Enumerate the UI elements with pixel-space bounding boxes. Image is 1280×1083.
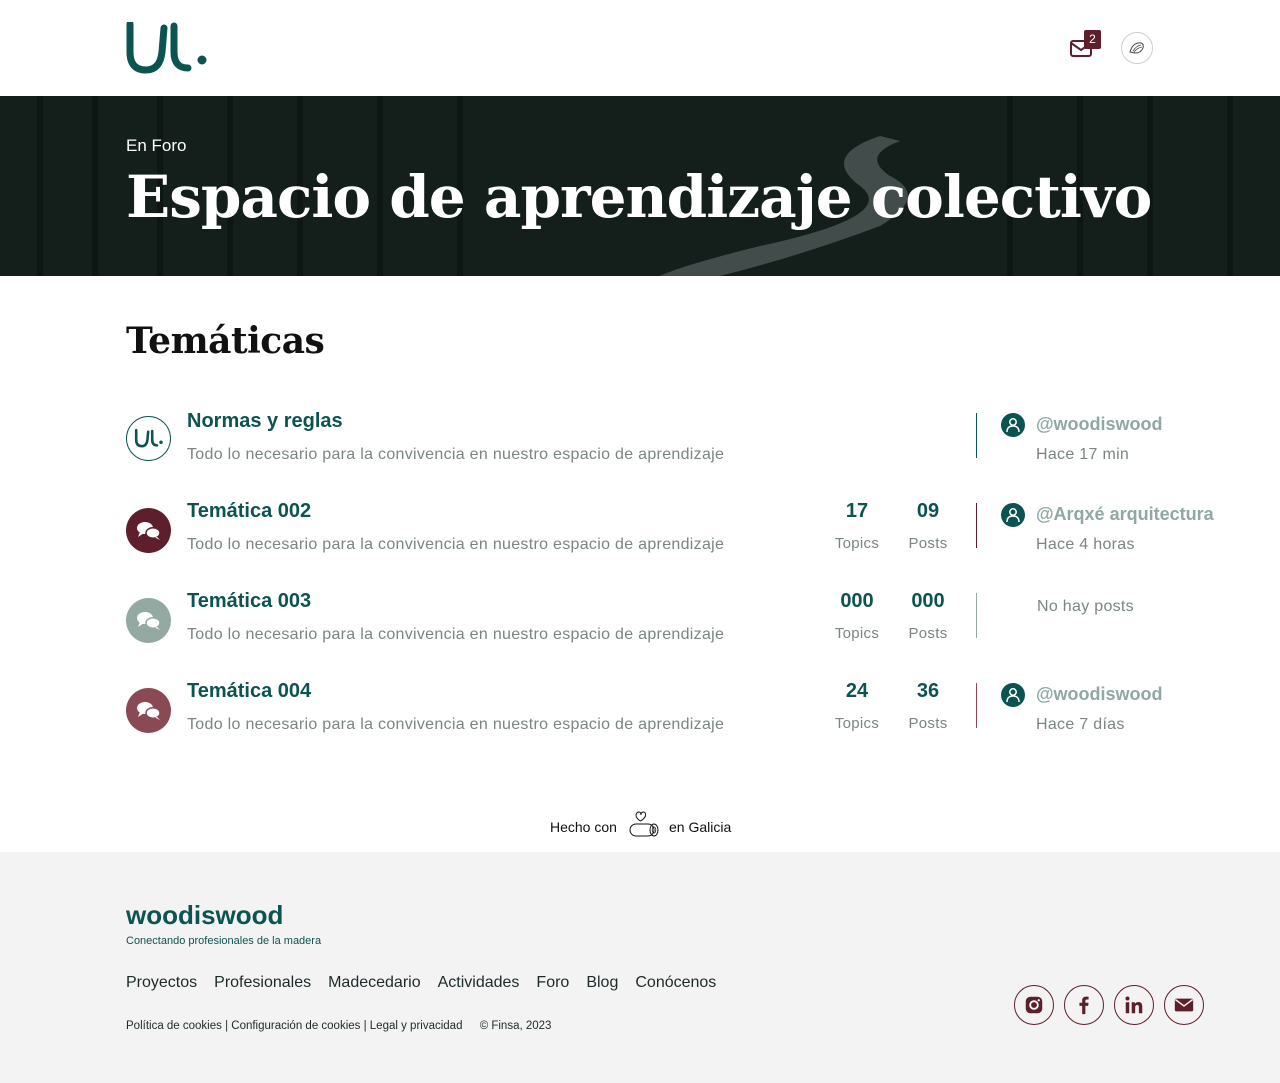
- section-title: Temáticas: [126, 320, 325, 362]
- last-post-avatar: [1001, 413, 1025, 437]
- topic-divider: [976, 503, 977, 548]
- topic-description: Todo lo necesario para la convivencia en…: [187, 626, 725, 643]
- last-post-avatar: [1001, 503, 1025, 527]
- topic-title[interactable]: Temática 003: [187, 590, 311, 613]
- mail-icon: [1174, 998, 1194, 1012]
- unread-messages-badge: 2: [1084, 30, 1101, 49]
- footer-link-actividades[interactable]: Actividades: [438, 974, 520, 992]
- topics-stat: 24 Topics: [827, 680, 887, 732]
- chat-bubbles-icon: [126, 508, 171, 553]
- user-icon: [1006, 508, 1020, 523]
- last-post-time: Hace 17 min: [1036, 446, 1130, 463]
- posts-stat: 09 Posts: [898, 500, 958, 552]
- user-avatar[interactable]: [1121, 32, 1153, 64]
- user-icon: [1006, 688, 1020, 703]
- posts-count: 000: [911, 590, 945, 612]
- user-avatar-icon: [1129, 42, 1144, 54]
- topics-label: Topics: [834, 535, 880, 552]
- top-navigation-bar: 2: [0, 0, 1280, 96]
- topic-divider: [976, 413, 977, 458]
- topic-divider: [976, 593, 977, 638]
- footer-brand[interactable]: woodiswood: [126, 900, 283, 931]
- footer-link-madecedario[interactable]: Madecedario: [328, 974, 421, 992]
- last-post-user[interactable]: @woodiswood: [1036, 684, 1163, 705]
- footer-link-conocenos[interactable]: Conócenos: [635, 974, 716, 992]
- legal-links-text[interactable]: Política de cookies | Configuración de c…: [126, 1020, 462, 1032]
- footer-link-foro[interactable]: Foro: [536, 974, 569, 992]
- legal-links: Política de cookies | Configuración de c…: [126, 1020, 551, 1032]
- chat-bubbles-icon: [126, 688, 171, 733]
- topics-label: Topics: [834, 625, 880, 642]
- last-post-time: Hace 4 horas: [1036, 536, 1135, 553]
- topics-count: 17: [845, 500, 869, 522]
- footer-link-blog[interactable]: Blog: [586, 974, 618, 992]
- topic-title[interactable]: Temática 004: [187, 680, 311, 703]
- no-posts-label: No hay posts: [1037, 598, 1134, 615]
- last-post-user[interactable]: @Arqxé arquitectura: [1036, 504, 1214, 525]
- copyright: © Finsa, 2023: [479, 1020, 552, 1032]
- made-with-suffix: en Galicia: [669, 819, 732, 835]
- posts-count: 09: [916, 500, 940, 522]
- woodiswood-logo[interactable]: [126, 22, 210, 74]
- topics-label: Topics: [834, 715, 880, 732]
- posts-stat: 000 Posts: [898, 590, 958, 642]
- last-post-avatar: [1001, 683, 1025, 707]
- last-post-time: Hace 7 días: [1036, 716, 1125, 733]
- topic-row[interactable]: Temática 004 Todo lo necesario para la c…: [126, 680, 1226, 750]
- facebook-button[interactable]: [1064, 985, 1104, 1025]
- instagram-icon: [1025, 996, 1043, 1014]
- chat-bubbles-icon: [126, 598, 171, 643]
- topics-count: 000: [840, 590, 874, 612]
- topic-divider: [976, 683, 977, 728]
- linkedin-button[interactable]: [1114, 985, 1154, 1025]
- made-with-love: Hecho con en Galicia: [550, 810, 740, 842]
- footer-tagline: Conectando profesionales de la madera: [126, 935, 322, 947]
- posts-label: Posts: [908, 535, 948, 552]
- instagram-button[interactable]: [1014, 985, 1054, 1025]
- facebook-icon: [1079, 996, 1089, 1015]
- footer-link-proyectos[interactable]: Proyectos: [126, 974, 197, 992]
- last-post-user[interactable]: @woodiswood: [1036, 414, 1163, 435]
- posts-count: 36: [916, 680, 940, 702]
- chat-bubbles-glyph: [136, 701, 161, 720]
- topic-title[interactable]: Normas y reglas: [187, 410, 343, 433]
- posts-stat: 36 Posts: [898, 680, 958, 732]
- hero-banner: En Foro Espacio de aprendizaje colectivo: [0, 96, 1280, 276]
- heart-wood-log-icon: [629, 811, 659, 837]
- logo-icon: [134, 428, 163, 447]
- chat-bubbles-glyph: [136, 611, 161, 630]
- footer-navigation: Proyectos Profesionales Madecedario Acti…: [126, 974, 716, 992]
- user-icon: [1006, 418, 1020, 433]
- topic-description: Todo lo necesario para la convivencia en…: [187, 716, 725, 733]
- topics-stat: 000 Topics: [827, 590, 887, 642]
- made-with-prefix: Hecho con: [550, 819, 617, 835]
- topics-count: 24: [845, 680, 869, 702]
- topic-description: Todo lo necesario para la convivencia en…: [187, 446, 725, 463]
- posts-label: Posts: [908, 715, 948, 732]
- topic-row[interactable]: Temática 003 Todo lo necesario para la c…: [126, 590, 1226, 660]
- page-title: Espacio de aprendizaje colectivo: [126, 163, 1152, 231]
- topic-title[interactable]: Temática 002: [187, 500, 311, 523]
- topics-stat: 17 Topics: [827, 500, 887, 552]
- topic-logo-icon: [126, 416, 171, 461]
- topic-row[interactable]: Temática 002 Todo lo necesario para la c…: [126, 500, 1226, 570]
- chat-bubbles-glyph: [136, 521, 161, 540]
- footer-link-profesionales[interactable]: Profesionales: [214, 974, 311, 992]
- posts-label: Posts: [908, 625, 948, 642]
- email-button[interactable]: [1164, 985, 1204, 1025]
- site-footer: woodiswood Conectando profesionales de l…: [0, 852, 1280, 1083]
- hero-kicker: En Foro: [126, 136, 187, 155]
- linkedin-icon: [1125, 996, 1143, 1014]
- topic-description: Todo lo necesario para la convivencia en…: [187, 536, 725, 553]
- topic-row[interactable]: Normas y reglas Todo lo necesario para l…: [126, 410, 1226, 480]
